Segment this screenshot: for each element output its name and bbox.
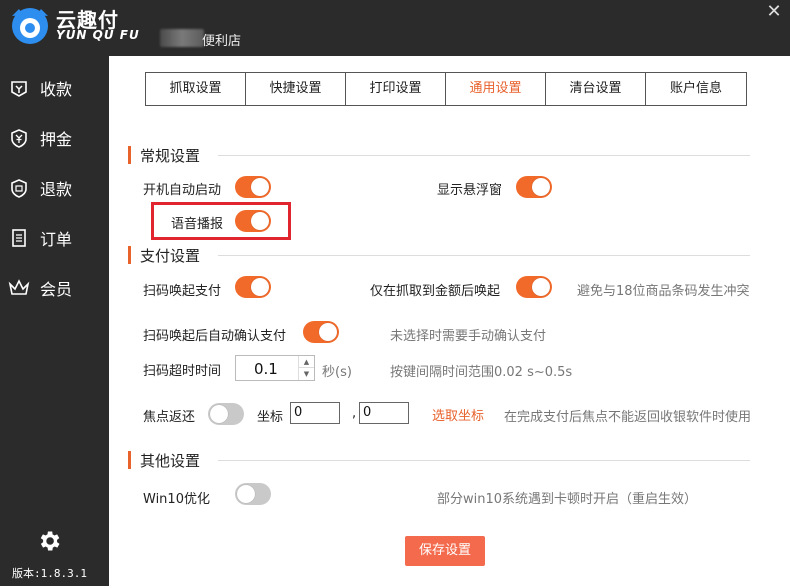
amount-only-hint: 避免与18位商品条码发生冲突 bbox=[577, 284, 750, 299]
timeout-stepper[interactable]: 0.1 ▲ ▼ bbox=[235, 355, 315, 381]
section-divider bbox=[218, 255, 750, 256]
timeout-hint: 按键间隔时间范围0.02 s~0.5s bbox=[390, 365, 573, 380]
voice-broadcast-label: 语音播报 bbox=[171, 217, 224, 232]
autostart-toggle[interactable] bbox=[235, 176, 271, 198]
scan-pay-toggle[interactable] bbox=[235, 276, 271, 298]
sidebar-item-label: 收款 bbox=[40, 80, 73, 99]
tab-print[interactable]: 打印设置 bbox=[346, 73, 446, 105]
tab-shortcut[interactable]: 快捷设置 bbox=[246, 73, 346, 105]
sidebar-item-label: 会员 bbox=[40, 280, 73, 299]
tab-account[interactable]: 账户信息 bbox=[646, 73, 746, 105]
focus-return-toggle[interactable] bbox=[208, 403, 244, 425]
scan-pay-label: 扫码唤起支付 bbox=[143, 284, 222, 299]
timeout-value: 0.1 bbox=[254, 360, 278, 378]
timeout-unit: 秒(s) bbox=[322, 365, 352, 380]
yunqufu-logo-icon bbox=[12, 8, 48, 44]
sidebar-item-label: 退款 bbox=[40, 180, 73, 199]
pick-coordinate-link[interactable]: 选取坐标 bbox=[432, 405, 484, 424]
auto-confirm-hint: 未选择时需要手动确认支付 bbox=[390, 329, 547, 344]
order-icon bbox=[8, 227, 30, 249]
autostart-label: 开机自动启动 bbox=[143, 183, 222, 198]
timeout-label: 扫码超时时间 bbox=[143, 364, 222, 379]
sidebar-item-deposit[interactable]: 押金 bbox=[0, 118, 100, 158]
auto-confirm-toggle[interactable] bbox=[303, 321, 339, 343]
focus-return-label: 焦点返还 bbox=[143, 410, 196, 425]
coord-x-input[interactable]: 0 bbox=[290, 402, 340, 424]
sidebar-item-member[interactable]: 会员 bbox=[0, 268, 100, 308]
voice-broadcast-toggle[interactable] bbox=[235, 210, 271, 232]
section-marker bbox=[128, 146, 131, 164]
stepper-buttons: ▲ ▼ bbox=[298, 356, 314, 380]
stepper-down-icon[interactable]: ▼ bbox=[299, 368, 314, 380]
coord-separator: , bbox=[352, 406, 357, 421]
settings-tabs: 抓取设置 快捷设置 打印设置 通用设置 清台设置 账户信息 bbox=[145, 72, 747, 106]
section-divider bbox=[218, 460, 750, 461]
brand-name-en: YUN QU FU bbox=[56, 28, 140, 42]
store-name-redacted bbox=[160, 29, 204, 47]
store-name: 便利店 bbox=[202, 34, 242, 49]
sidebar-item-order[interactable]: 订单 bbox=[0, 218, 100, 258]
amount-only-toggle[interactable] bbox=[516, 276, 552, 298]
deposit-icon bbox=[8, 127, 30, 149]
sidebar-item-refund[interactable]: 退款 bbox=[0, 168, 100, 208]
float-window-toggle[interactable] bbox=[516, 176, 552, 198]
win10-optimize-hint: 部分win10系统遇到卡顿时开启（重启生效） bbox=[437, 492, 698, 507]
save-settings-button[interactable]: 保存设置 bbox=[405, 536, 485, 566]
version-label: 版本:1.8.3.1 bbox=[12, 567, 87, 580]
sidebar-item-label: 押金 bbox=[40, 130, 73, 149]
amount-only-label: 仅在抓取到金额后唤起 bbox=[370, 284, 501, 299]
tab-clear-table[interactable]: 清台设置 bbox=[546, 73, 646, 105]
section-marker bbox=[128, 451, 131, 469]
section-divider bbox=[218, 155, 750, 156]
section-title-other: 其他设置 bbox=[140, 452, 201, 470]
gear-icon[interactable] bbox=[36, 528, 62, 554]
receive-icon bbox=[8, 77, 30, 99]
coordinate-label: 坐标 bbox=[257, 410, 284, 425]
section-title-general: 常规设置 bbox=[140, 147, 201, 165]
sidebar-item-label: 订单 bbox=[40, 230, 73, 249]
section-marker bbox=[128, 246, 131, 264]
coord-y-input[interactable]: 0 bbox=[359, 402, 409, 424]
close-button[interactable]: ✕ bbox=[764, 2, 784, 22]
auto-confirm-label: 扫码唤起后自动确认支付 bbox=[143, 329, 287, 344]
tab-capture[interactable]: 抓取设置 bbox=[146, 73, 246, 105]
sidebar-item-receive[interactable]: 收款 bbox=[0, 68, 100, 108]
stepper-up-icon[interactable]: ▲ bbox=[299, 356, 314, 368]
float-window-label: 显示悬浮窗 bbox=[437, 183, 503, 198]
crown-icon bbox=[8, 277, 30, 299]
win10-optimize-label: Win10优化 bbox=[143, 492, 210, 507]
refund-icon bbox=[8, 177, 30, 199]
tab-general[interactable]: 通用设置 bbox=[446, 73, 546, 105]
win10-optimize-toggle[interactable] bbox=[235, 483, 271, 505]
focus-return-hint: 在完成支付后焦点不能返回收银软件时使用 bbox=[504, 410, 752, 425]
section-title-payment: 支付设置 bbox=[140, 247, 201, 265]
